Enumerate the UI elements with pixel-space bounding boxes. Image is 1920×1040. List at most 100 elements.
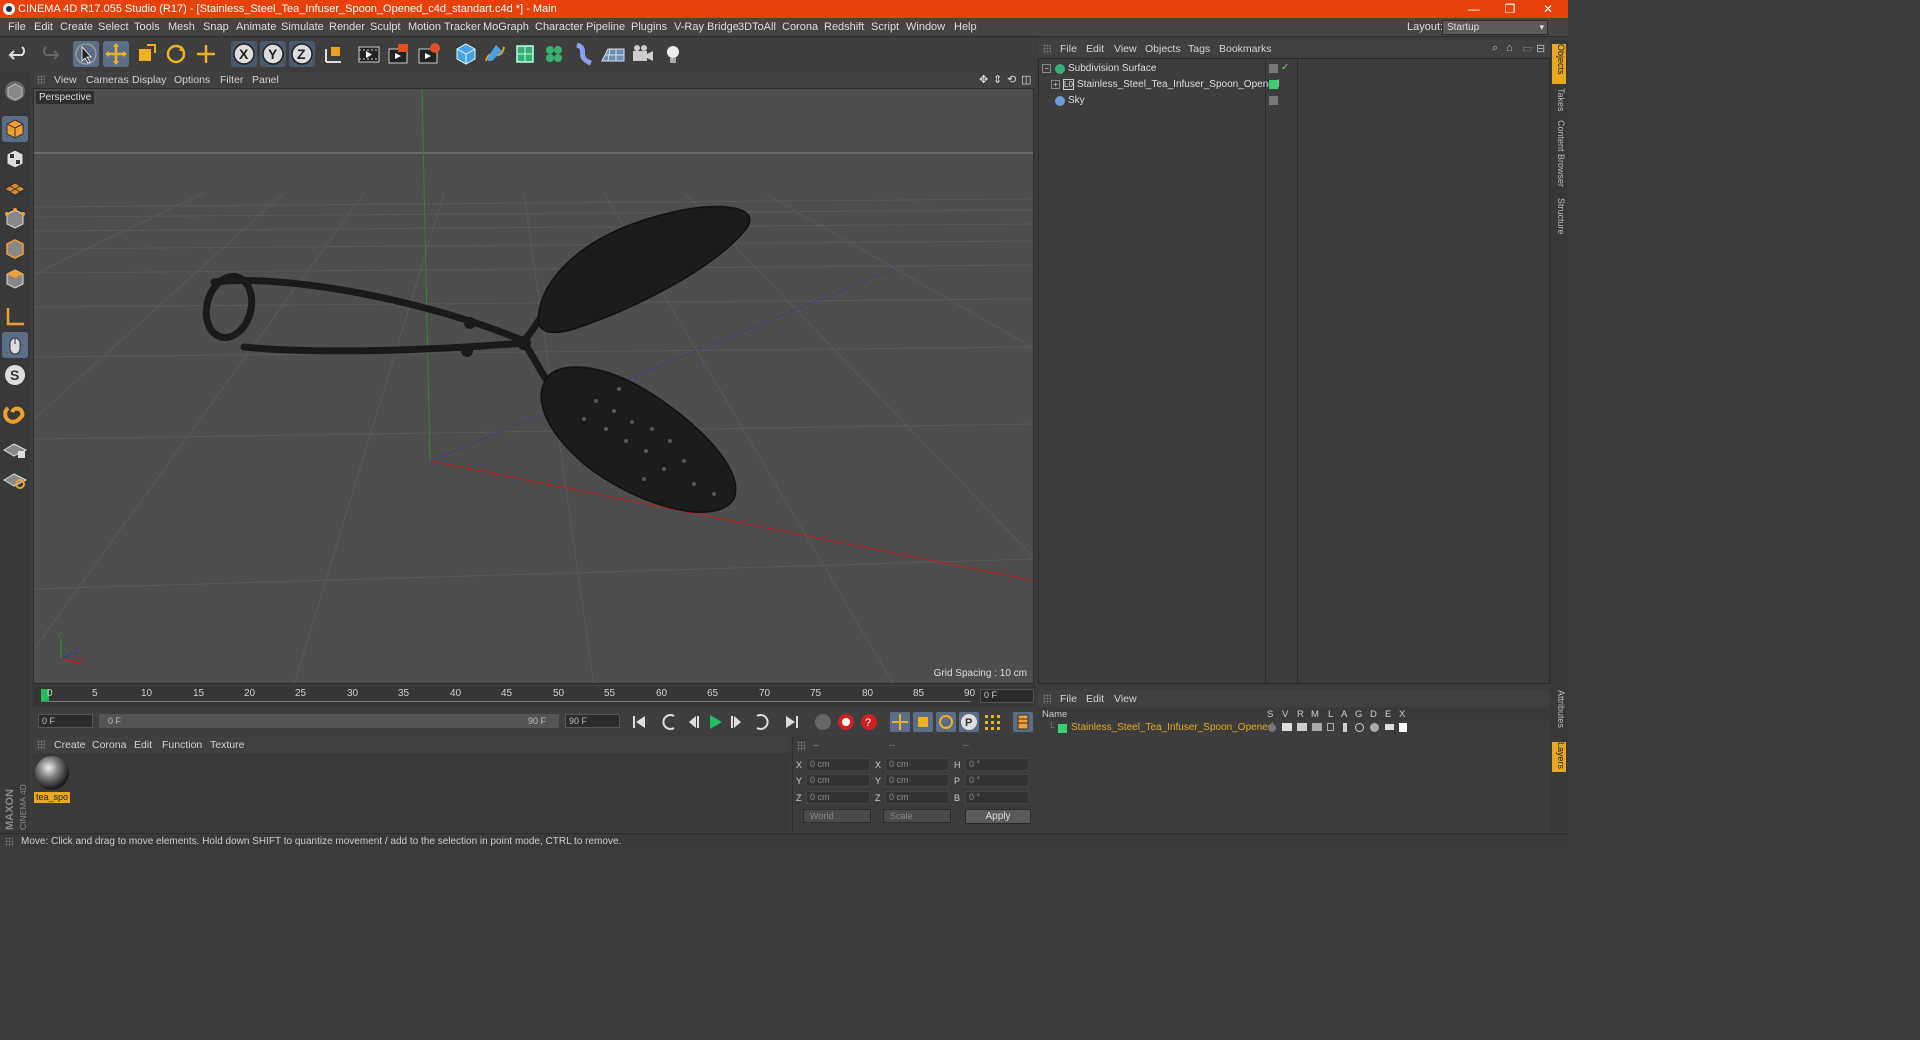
panel-grip-icon[interactable] (37, 75, 45, 85)
expressions-toggle-icon[interactable] (1385, 724, 1394, 730)
layer-col-name[interactable]: Name (1042, 709, 1067, 720)
menu-mesh[interactable]: Mesh (168, 21, 195, 33)
menu-select[interactable]: Select (98, 21, 129, 33)
coordinate-system-icon[interactable] (321, 41, 347, 67)
tab-attributes[interactable]: Attributes (1552, 690, 1566, 738)
snap-icon[interactable]: S (2, 362, 28, 388)
workplane-lock-icon[interactable] (2, 436, 28, 462)
object-menu-edit[interactable]: Edit (1086, 43, 1104, 55)
layout-select[interactable]: Startup (1442, 20, 1548, 35)
timeline-ruler[interactable]: 0 5 10 15 20 25 30 35 40 45 50 55 60 65 … (33, 686, 1035, 706)
rotation-h-field[interactable]: 0 ° (965, 758, 1029, 771)
menu-3dtoall[interactable]: 3DToAll (738, 21, 776, 33)
cube-icon[interactable] (453, 41, 479, 67)
undo-icon[interactable] (6, 41, 32, 67)
position-x-field[interactable]: 0 cm (806, 758, 870, 771)
y-axis-icon[interactable]: Y (260, 41, 286, 67)
panel-grip-icon[interactable] (37, 740, 45, 750)
edges-mode-icon[interactable] (2, 236, 28, 262)
go-to-end-icon[interactable] (782, 712, 802, 732)
transform-mode-select[interactable]: Scale (883, 809, 951, 823)
key-pla-icon[interactable] (982, 712, 1002, 732)
tab-objects[interactable]: Objects (1552, 44, 1566, 84)
rotate-icon[interactable] (163, 41, 189, 67)
tab-content-browser[interactable]: Content Browser (1552, 120, 1566, 192)
material-menu-function[interactable]: Function (162, 739, 202, 751)
menu-tools[interactable]: Tools (134, 21, 160, 33)
menu-render[interactable]: Render (329, 21, 365, 33)
rotation-b-field[interactable]: 0 ° (965, 791, 1029, 804)
object-row[interactable]: + L0 Stainless_Steel_Tea_Infuser_Spoon_O… (1039, 78, 1549, 94)
layer-menu-edit[interactable]: Edit (1086, 693, 1104, 705)
menu-redshift[interactable]: Redshift (824, 21, 864, 33)
search-icon[interactable]: ⌕ (1492, 42, 1498, 55)
layer-col-animation[interactable]: A (1341, 709, 1347, 720)
collapse-icon[interactable]: ▭ (1522, 42, 1532, 55)
home-icon[interactable]: ⌂ (1506, 42, 1513, 54)
menu-help[interactable]: Help (954, 21, 977, 33)
render-picture-viewer-icon[interactable] (386, 41, 412, 67)
next-key-icon[interactable] (751, 712, 771, 732)
viewport-maximize-icon[interactable]: ◫ (1021, 73, 1031, 86)
menu-pipeline[interactable]: Pipeline (586, 21, 625, 33)
panel-grip-icon[interactable] (797, 741, 805, 751)
menu-motion-tracker[interactable]: Motion Tracker (408, 21, 481, 33)
object-row[interactable]: Sky (1039, 94, 1549, 110)
menu-file[interactable]: File (8, 21, 26, 33)
timeline-window-icon[interactable] (1013, 712, 1033, 732)
menu-edit[interactable]: Edit (34, 21, 53, 33)
record-icon[interactable] (836, 712, 856, 732)
workplane-mode-icon[interactable] (2, 176, 28, 202)
position-y-field[interactable]: 0 cm (806, 774, 870, 787)
keyframe-selection-icon[interactable] (813, 712, 833, 732)
layer-row[interactable]: └ Stainless_Steel_Tea_Infuser_Spoon_Open… (1038, 722, 1548, 735)
menu-snap[interactable]: Snap (203, 21, 229, 33)
minimize-button[interactable]: — (1456, 0, 1492, 18)
axis-mode-icon[interactable] (2, 304, 28, 330)
layer-col-view[interactable]: V (1282, 709, 1288, 720)
animation-toggle-icon[interactable] (1343, 723, 1347, 732)
layer-tag-icon[interactable] (1269, 96, 1278, 105)
size-z-field[interactable]: 0 cm (885, 791, 949, 804)
menu-animate[interactable]: Animate (236, 21, 276, 33)
object-menu-tags[interactable]: Tags (1188, 43, 1210, 55)
previous-frame-icon[interactable] (683, 712, 703, 732)
apply-button[interactable]: Apply (965, 809, 1031, 824)
enabled-check-icon[interactable]: ✓ (1281, 62, 1289, 73)
viewport-menu-cameras[interactable]: Cameras (86, 74, 129, 86)
close-button[interactable]: ✕ (1530, 0, 1566, 18)
go-to-start-icon[interactable] (629, 712, 649, 732)
generators-toggle-icon[interactable] (1355, 723, 1364, 732)
object-menu-bookmarks[interactable]: Bookmarks (1219, 43, 1272, 55)
key-position-icon[interactable] (890, 712, 910, 732)
current-frame-field[interactable]: 0 F (980, 689, 1034, 703)
viewport-menu-options[interactable]: Options (174, 74, 210, 86)
panel-grip-icon[interactable] (1043, 694, 1051, 704)
make-editable-icon[interactable] (2, 78, 28, 104)
menu-corona[interactable]: Corona (782, 21, 818, 33)
object-menu-file[interactable]: File (1060, 43, 1077, 55)
render-view-icon[interactable] (356, 41, 382, 67)
expand-toggle-icon[interactable]: + (1051, 80, 1060, 89)
deformer-icon[interactable] (571, 41, 597, 67)
next-frame-icon[interactable] (727, 712, 747, 732)
layer-menu-file[interactable]: File (1060, 693, 1077, 705)
viewport-orbit-icon[interactable]: ⟲ (1007, 73, 1016, 86)
object-menu-view[interactable]: View (1114, 43, 1137, 55)
material-menu-corona[interactable]: Corona (92, 739, 126, 751)
start-frame-field[interactable]: 0 F (38, 714, 93, 728)
material-preview-sphere[interactable] (35, 756, 69, 790)
end-frame-field[interactable]: 90 F (565, 714, 620, 728)
key-rotation-icon[interactable] (936, 712, 956, 732)
panel-grip-icon[interactable] (1043, 44, 1051, 54)
redo-icon[interactable] (36, 41, 62, 67)
magnet-icon[interactable] (2, 400, 28, 426)
size-x-field[interactable]: 0 cm (885, 758, 949, 771)
menu-mograph[interactable]: MoGraph (483, 21, 529, 33)
play-icon[interactable] (705, 712, 725, 732)
coordinate-mode-select[interactable]: World (803, 809, 871, 823)
move-icon[interactable] (103, 41, 129, 67)
z-axis-icon[interactable]: Z (289, 41, 315, 67)
tab-layers[interactable]: Layers (1552, 742, 1566, 772)
layer-tag-icon[interactable] (1269, 64, 1278, 73)
